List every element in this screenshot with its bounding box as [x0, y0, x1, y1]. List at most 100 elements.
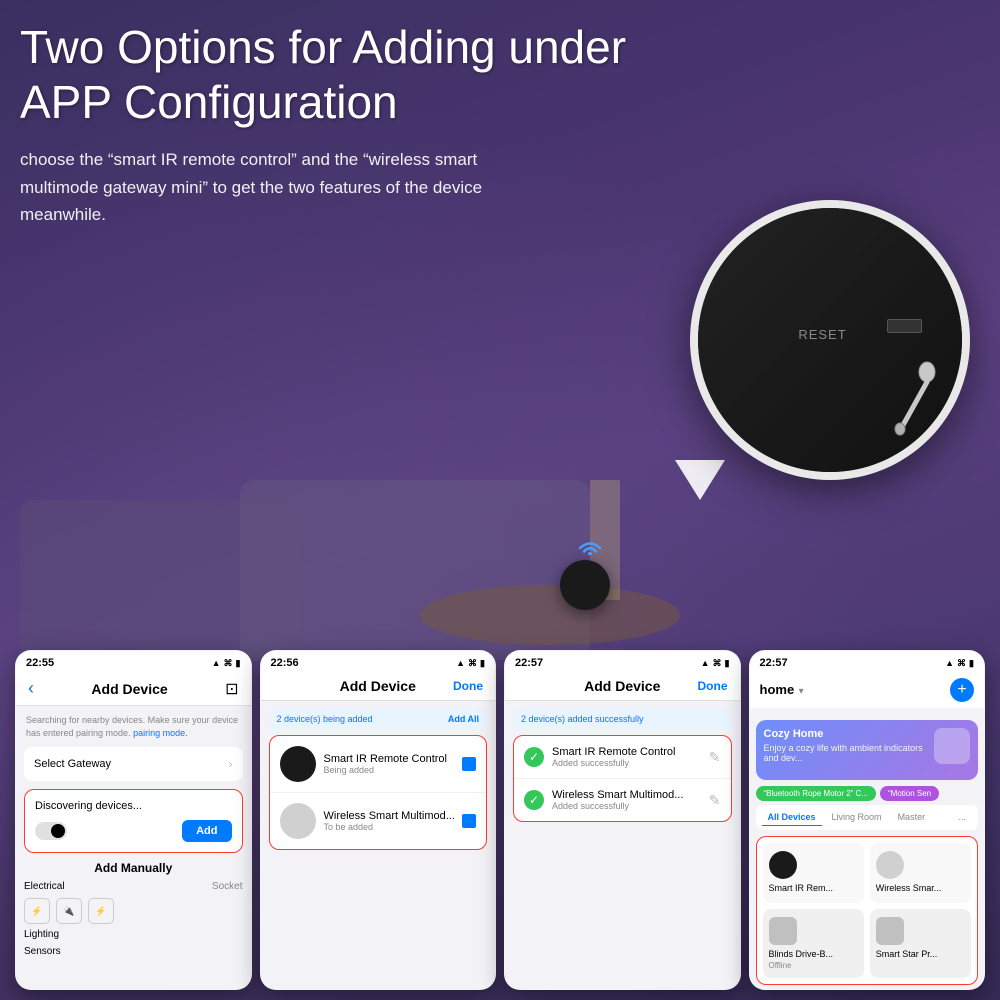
- device2-indicator: [462, 814, 476, 828]
- device-tile-3-icon: [769, 917, 797, 945]
- device-tile-3-status: Offline: [769, 961, 858, 970]
- reset-label: RESET: [798, 327, 846, 342]
- phone2-content: 2 device(s) being added Add All Smart IR…: [261, 701, 496, 989]
- phone4-home-header: home ▾ +: [750, 672, 985, 708]
- signal-icon: ▲: [945, 658, 954, 668]
- tab-living-room[interactable]: Living Room: [826, 809, 888, 826]
- device-item-2: Wireless Smart Multimod... To be added: [270, 793, 487, 849]
- pairing-mode-link[interactable]: pairing mode.: [133, 728, 188, 738]
- home-dropdown-icon[interactable]: ▾: [799, 686, 804, 697]
- select-gateway-label: Select Gateway: [34, 758, 111, 770]
- phone1-back-btn[interactable]: ‹: [28, 678, 34, 699]
- electrical-label: Electrical: [24, 881, 65, 892]
- shortcut-tag-1[interactable]: “Bluetooth Rope Motor 2” C...: [756, 786, 877, 801]
- device2-name: Wireless Smart Multimod...: [324, 810, 463, 822]
- device-tile-2-icon: [876, 851, 904, 879]
- chevron-right-icon: ›: [229, 757, 233, 771]
- device3-name: Smart IR Remote Control: [552, 746, 709, 758]
- phone2-nav-title: Add Device: [340, 678, 416, 694]
- edit-icon-2[interactable]: ✎: [709, 792, 721, 809]
- checkmark-icon-1: ✓: [524, 747, 544, 767]
- usb-port: [887, 319, 922, 333]
- searching-text: Searching for nearby devices. Make sure …: [24, 714, 243, 739]
- device-tile-1[interactable]: Smart IR Rem...: [763, 843, 864, 903]
- phone3-nav-bar: Add Device Done: [505, 672, 740, 701]
- device-list-phone2: Smart IR Remote Control Being added Wire…: [269, 735, 488, 850]
- plus-button[interactable]: +: [950, 678, 974, 702]
- main-title: Two Options for Adding under APP Configu…: [20, 20, 640, 130]
- lighting-row: Lighting: [24, 929, 243, 940]
- phone2-status-icons: ▲ ⌘ ▮: [456, 658, 485, 669]
- phone3-status-icons: ▲ ⌘ ▮: [701, 658, 730, 669]
- phone2-nav-bar: Add Device Done: [261, 672, 496, 701]
- signal-icon: ▲: [456, 658, 465, 668]
- phone1-scan-btn[interactable]: ⊡: [225, 679, 238, 699]
- add-all-btn[interactable]: Add All: [448, 714, 479, 724]
- device2-avatar: [280, 803, 316, 839]
- socket-label: Socket: [212, 881, 243, 892]
- device3-status: Added successfully: [552, 758, 709, 768]
- edit-icon-1[interactable]: ✎: [709, 749, 721, 766]
- device2-info: Wireless Smart Multimod... To be added: [324, 810, 463, 832]
- text-section: Two Options for Adding under APP Configu…: [20, 20, 640, 228]
- socket-zigbee-icon[interactable]: ⚡: [88, 898, 114, 924]
- phone4-content: Cozy Home Enjoy a cozy life with ambient…: [750, 708, 985, 989]
- battery-icon: ▮: [236, 658, 241, 669]
- tab-master[interactable]: Master: [892, 809, 932, 826]
- shortcut-tag-2[interactable]: “Motion Sen: [880, 786, 939, 801]
- device-circle-inner: RESET: [698, 208, 962, 472]
- device-list-phone3: ✓ Smart IR Remote Control Added successf…: [513, 735, 732, 822]
- sensors-row: Sensors: [24, 946, 243, 957]
- scene-icon: [934, 728, 970, 764]
- tab-more[interactable]: ...: [952, 809, 972, 826]
- phone2-time: 22:56: [271, 657, 299, 669]
- device1-status: Being added: [324, 765, 463, 775]
- device-tile-1-name: Smart IR Rem...: [769, 883, 858, 893]
- banner-added-text: 2 device(s) added successfully: [521, 714, 644, 724]
- scene-card[interactable]: Cozy Home Enjoy a cozy life with ambient…: [756, 720, 979, 780]
- phone-3: 22:57 ▲ ⌘ ▮ Add Device Done 2 device(s) …: [504, 650, 741, 990]
- phone2-done-btn[interactable]: Done: [453, 679, 483, 693]
- phone1-status-icons: ▲ ⌘ ▮: [212, 658, 241, 669]
- phone3-time: 22:57: [515, 657, 543, 669]
- signal-icon: ▲: [212, 658, 221, 668]
- device3-info: Smart IR Remote Control Added successful…: [552, 746, 709, 768]
- subtitle: choose the “smart IR remote control” and…: [20, 146, 640, 228]
- device-item-4: ✓ Wireless Smart Multimod... Added succe…: [514, 779, 731, 821]
- wifi-icon: ⌘: [224, 658, 233, 669]
- tab-all-devices[interactable]: All Devices: [762, 809, 822, 826]
- shortcut-tags: “Bluetooth Rope Motor 2” C... “Motion Se…: [756, 786, 979, 801]
- toggle-switch[interactable]: [35, 822, 67, 840]
- wifi-icon: ⌘: [468, 658, 477, 669]
- device-tile-2[interactable]: Wireless Smar...: [870, 843, 971, 903]
- phone1-content: Searching for nearby devices. Make sure …: [16, 706, 251, 989]
- device-closeup-circle: RESET: [690, 200, 970, 480]
- device4-info: Wireless Smart Multimod... Added success…: [552, 789, 709, 811]
- select-gateway-row[interactable]: Select Gateway ›: [24, 747, 243, 781]
- device-tile-4[interactable]: Smart Star Pr...: [870, 909, 971, 978]
- plug-icon[interactable]: ⚡: [24, 898, 50, 924]
- scene-title: Cozy Home: [764, 728, 927, 740]
- lighting-label: Lighting: [24, 929, 59, 940]
- device-tile-3[interactable]: Blinds Drive-B... Offline: [763, 909, 864, 978]
- add-button[interactable]: Add: [182, 820, 231, 842]
- phone3-done-btn[interactable]: Done: [698, 679, 728, 693]
- device-tile-4-icon: [876, 917, 904, 945]
- socket-wifi-icon[interactable]: 🔌: [56, 898, 82, 924]
- phone1-status-bar: 22:55 ▲ ⌘ ▮: [16, 651, 251, 672]
- toggle-knob: [51, 824, 65, 838]
- banner-added: 2 device(s) added successfully: [513, 709, 732, 729]
- scene-sub: Enjoy a cozy life with ambient indicator…: [764, 743, 927, 763]
- phone-2: 22:56 ▲ ⌘ ▮ Add Device Done 2 device(s) …: [260, 650, 497, 990]
- phone4-time: 22:57: [760, 657, 788, 669]
- phone1-nav-bar: ‹ Add Device ⊡: [16, 672, 251, 706]
- coffee-table: [420, 585, 680, 645]
- banner-text: 2 device(s) being added: [277, 714, 373, 724]
- phone1-time: 22:55: [26, 657, 54, 669]
- device1-indicator: [462, 757, 476, 771]
- battery-icon: ▮: [480, 658, 485, 669]
- ir-device-table: [560, 560, 610, 610]
- add-manually-title: Add Manually: [24, 861, 243, 875]
- phone2-status-bar: 22:56 ▲ ⌘ ▮: [261, 651, 496, 672]
- tabs-row: All Devices Living Room Master ...: [756, 805, 979, 830]
